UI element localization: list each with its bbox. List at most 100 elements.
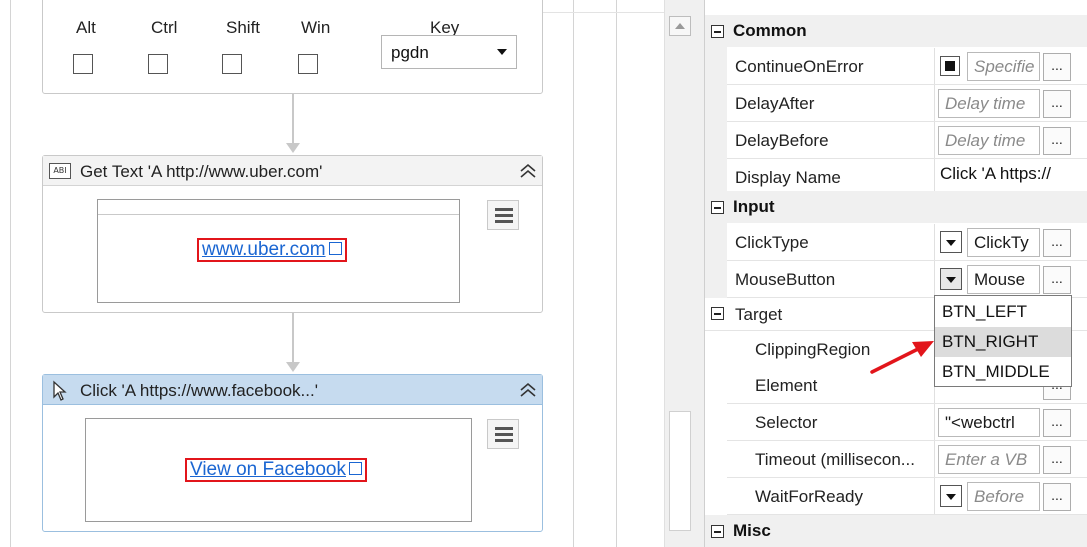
get-text-activity[interactable]: ABI Get Text 'A http://www.uber.com' www…	[42, 155, 543, 313]
wait-for-ready-dropdown-icon[interactable]	[940, 485, 962, 507]
prop-name: DelayAfter	[735, 94, 815, 113]
click-type-dropdown-icon[interactable]	[940, 231, 962, 253]
placeholder-text: Before	[974, 487, 1025, 506]
ellipsis-button[interactable]: ...	[1043, 127, 1071, 155]
key-value: pgdn	[391, 43, 429, 62]
prop-name: DelayBefore	[735, 131, 829, 150]
prop-mouse-button: MouseButton Mouse ...	[727, 261, 1087, 298]
ellipsis-button[interactable]: ...	[1043, 53, 1071, 81]
ctrl-checkbox[interactable]	[148, 54, 168, 74]
prop-name: WaitForReady	[755, 487, 864, 506]
workflow-designer: Alt Ctrl Shift Win Key pgdn ABI Get Text…	[0, 0, 664, 547]
timeout-field[interactable]: Enter a VB	[938, 445, 1040, 474]
option-btn-middle[interactable]: BTN_MIDDLE	[935, 357, 1071, 387]
category-input[interactable]: Input	[705, 191, 1087, 223]
category-common[interactable]: Common	[705, 15, 1087, 47]
prop-selector: Selector "<webctrl ...	[727, 404, 1087, 441]
mouse-button-options-list[interactable]: BTN_LEFT BTN_RIGHT BTN_MIDDLE	[934, 295, 1072, 387]
prop-name: ContinueOnError	[735, 57, 864, 76]
delay-after-field[interactable]: Delay time	[938, 89, 1040, 118]
connector-line	[292, 94, 294, 144]
collapse-icon[interactable]	[518, 380, 538, 400]
external-link-icon	[348, 462, 362, 475]
prop-name: MouseButton	[735, 270, 836, 289]
placeholder-text: Specifie	[974, 57, 1035, 76]
collapse-icon[interactable]	[518, 161, 538, 181]
click-type-field[interactable]: ClickTy	[967, 228, 1040, 257]
delay-before-field[interactable]: Delay time	[938, 126, 1040, 155]
key-dropdown[interactable]: pgdn	[381, 35, 517, 69]
click-preview: View on Facebook	[85, 418, 472, 522]
ellipsis-button[interactable]: ...	[1043, 446, 1071, 474]
ctrl-label: Ctrl	[151, 18, 178, 37]
property-gutter	[705, 47, 727, 192]
click-title: Click 'A https://www.facebook...'	[80, 381, 318, 400]
prop-name: ClippingRegion	[755, 340, 871, 359]
field-value: Mouse	[974, 270, 1026, 289]
properties-panel: Common ContinueOnError Specifie ... Dela…	[704, 0, 1087, 547]
field-value: "<webctrl	[945, 413, 1015, 432]
text-field-icon: ABI	[49, 163, 71, 179]
prop-continue-on-error: ContinueOnError Specifie ...	[727, 48, 1087, 85]
prop-wait-for-ready: WaitForReady Before ...	[727, 478, 1087, 515]
uber-link-text: www.uber.com	[202, 239, 326, 260]
designer-guide-line	[10, 0, 11, 547]
prop-name: Selector	[755, 413, 818, 432]
shift-checkbox[interactable]	[222, 54, 242, 74]
alt-checkbox[interactable]	[73, 54, 93, 74]
annotation-arrow-icon	[870, 341, 934, 374]
get-text-header[interactable]: ABI Get Text 'A http://www.uber.com'	[43, 156, 542, 186]
prop-delay-before: DelayBefore Delay time ...	[727, 122, 1087, 159]
continue-on-error-checkbox[interactable]	[940, 56, 960, 76]
alt-label: Alt	[76, 18, 96, 37]
wait-for-ready-field[interactable]: Before	[967, 482, 1040, 511]
property-gutter	[705, 223, 727, 298]
scroll-thumb[interactable]	[669, 411, 691, 531]
click-activity[interactable]: Click 'A https://www.facebook...' View o…	[42, 374, 543, 532]
win-checkbox[interactable]	[298, 54, 318, 74]
field-value: ClickTy	[974, 233, 1029, 252]
collapse-toggle-icon[interactable]	[711, 25, 724, 38]
prop-name: Display Name	[735, 168, 841, 187]
placeholder-text: Delay time	[945, 94, 1026, 113]
prop-display-name: Display Name Click 'A https://	[727, 159, 1087, 192]
prop-name: ClickType	[735, 233, 809, 252]
selector-field[interactable]: "<webctrl	[938, 408, 1040, 437]
external-link-icon	[328, 242, 342, 255]
scroll-up-button[interactable]	[669, 16, 691, 36]
option-btn-left[interactable]: BTN_LEFT	[935, 297, 1071, 327]
cursor-icon	[53, 380, 67, 401]
prop-timeout: Timeout (millisecon... Enter a VB ...	[727, 441, 1087, 478]
connector-line	[292, 313, 294, 363]
collapse-toggle-icon[interactable]	[711, 201, 724, 214]
category-label: Common	[733, 21, 807, 40]
option-btn-right[interactable]: BTN_RIGHT	[935, 327, 1071, 357]
category-misc[interactable]: Misc	[705, 515, 1087, 547]
display-name-value[interactable]: Click 'A https://	[940, 164, 1051, 184]
activity-menu-button[interactable]	[487, 419, 519, 449]
continue-on-error-field[interactable]: Specifie	[967, 52, 1040, 81]
prop-name: Timeout (millisecon...	[755, 450, 915, 469]
designer-guide-line	[573, 0, 574, 547]
ellipsis-button[interactable]: ...	[1043, 409, 1071, 437]
ellipsis-button[interactable]: ...	[1043, 90, 1071, 118]
preview-divider	[98, 214, 459, 215]
win-label: Win	[301, 18, 331, 37]
prop-name: Element	[755, 376, 818, 395]
ellipsis-button[interactable]: ...	[1043, 229, 1071, 257]
click-header[interactable]: Click 'A https://www.facebook...'	[43, 375, 542, 405]
connector-arrow-icon	[286, 143, 300, 153]
designer-scrollbar[interactable]	[664, 0, 704, 547]
prop-click-type: ClickType ClickTy ...	[727, 224, 1087, 261]
ellipsis-button[interactable]: ...	[1043, 266, 1071, 294]
facebook-link[interactable]: View on Facebook	[185, 458, 367, 482]
mouse-button-field[interactable]: Mouse	[967, 265, 1040, 294]
placeholder-text: Enter a VB	[945, 450, 1028, 469]
collapse-toggle-icon[interactable]	[711, 307, 724, 320]
activity-menu-button[interactable]	[487, 200, 519, 230]
mouse-button-dropdown-icon[interactable]	[940, 268, 962, 290]
uber-link[interactable]: www.uber.com	[197, 238, 347, 262]
send-hotkey-activity[interactable]: Alt Ctrl Shift Win Key pgdn	[42, 0, 543, 94]
ellipsis-button[interactable]: ...	[1043, 483, 1071, 511]
collapse-toggle-icon[interactable]	[711, 525, 724, 538]
